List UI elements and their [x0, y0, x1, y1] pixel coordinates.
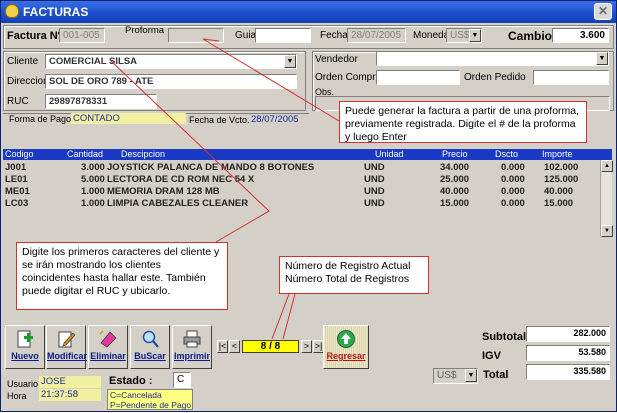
nuevo-label: Nuevo [11, 351, 39, 361]
new-document-icon [17, 330, 33, 348]
regresar-label: Regresar [326, 351, 366, 361]
total-currency-value: US$ [437, 370, 457, 381]
regresar-button[interactable]: Regresar [323, 325, 369, 369]
hora-value: 21:37:58 [39, 389, 101, 401]
imprimir-label: Imprimir [173, 351, 210, 361]
subtotal-label: Subtotal [482, 331, 526, 343]
imprimir-button[interactable]: Imprimir [172, 325, 212, 369]
nav-prev-button[interactable]: < [229, 340, 240, 353]
estado-legend-p: P=Pendente de Pago [110, 400, 192, 410]
buscar-label: BuScar [134, 351, 166, 361]
estado-field[interactable]: C [173, 372, 191, 388]
nav-next-button[interactable]: > [301, 340, 312, 353]
total-currency-select[interactable]: US$ ▼ [433, 368, 478, 384]
modificar-button[interactable]: Modificar [46, 325, 88, 369]
usuario-value: JOSE [39, 376, 101, 388]
estado-legend-c: C=Cancelada [110, 390, 162, 400]
eliminar-button[interactable]: Eliminar [88, 325, 128, 369]
estado-legend: C=Cancelada P=Pendente de Pago [107, 389, 193, 410]
total-label: Total [483, 369, 509, 381]
record-position: 8 / 8 [242, 340, 299, 353]
total-value: 335.580 [526, 364, 610, 380]
subtotal-value: 282.000 [526, 326, 610, 342]
igv-value: 53.580 [526, 345, 610, 361]
modificar-label: Modificar [47, 351, 88, 361]
eliminar-label: Eliminar [90, 351, 126, 361]
printer-icon [183, 330, 201, 348]
chevron-down-icon[interactable]: ▼ [465, 369, 477, 382]
hora-label: Hora [7, 391, 27, 401]
arrow-up-icon [337, 330, 355, 348]
facturas-window: FACTURAS ✕ Factura Nº 001-005 Proforma G… [0, 0, 617, 412]
usuario-label: Usuario [7, 379, 39, 389]
eraser-icon [99, 330, 117, 348]
buscar-button[interactable]: BuScar [130, 325, 170, 369]
edit-icon [58, 331, 76, 348]
nuevo-button[interactable]: Nuevo [5, 325, 45, 369]
estado-label: Estado : [109, 375, 153, 387]
search-icon [142, 330, 159, 348]
igv-label: IGV [482, 350, 501, 362]
nav-first-button[interactable]: |< [217, 340, 228, 353]
